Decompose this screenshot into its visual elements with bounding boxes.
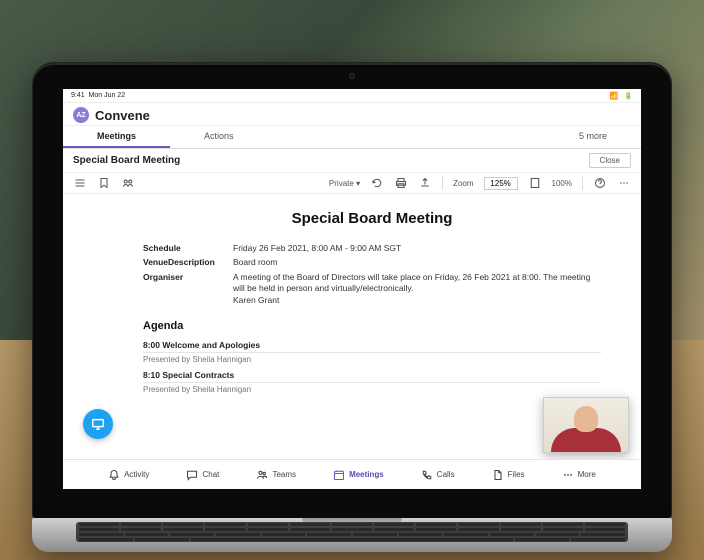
nav-chat[interactable]: Chat — [186, 469, 219, 481]
tablet-screen: 9:41 Mon Jun 22 📶 🔋 AZ Convene Meetings … — [63, 89, 641, 489]
privacy-dropdown[interactable]: Private ▾ — [329, 179, 360, 188]
doc-heading: Special Board Meeting — [143, 210, 601, 227]
battery-icon: 🔋 — [624, 93, 633, 100]
schedule-label: Schedule — [143, 243, 233, 254]
nav-files[interactable]: Files — [492, 469, 525, 481]
zoom-label: Zoom — [453, 179, 473, 188]
schedule-value: Friday 26 Feb 2021, 8:00 AM - 9:00 AM SG… — [233, 243, 601, 254]
meeting-title: Special Board Meeting — [73, 155, 180, 166]
people-icon[interactable] — [121, 176, 135, 190]
top-tabs: Meetings Actions 5 more — [63, 126, 641, 149]
more-icon — [562, 469, 574, 481]
phone-icon — [421, 469, 433, 481]
meeting-titlebar: Special Board Meeting Close — [63, 149, 641, 173]
agenda-item[interactable]: 8:00 Welcome and Apologies Presented by … — [143, 340, 601, 364]
agenda-item-presenter: Presented by Sheila Hannigan — [143, 355, 601, 364]
organiser-value: Karen Grant — [233, 295, 279, 305]
nav-teams[interactable]: Teams — [256, 469, 296, 481]
agenda-item-presenter: Presented by Sheila Hannigan — [143, 385, 601, 394]
status-time: 9:41 Mon Jun 22 — [71, 92, 125, 99]
help-icon[interactable] — [593, 176, 607, 190]
nav-meetings[interactable]: Meetings — [333, 469, 384, 481]
zoom-100-button[interactable]: 100% — [552, 179, 572, 188]
agenda-item[interactable]: 8:10 Special Contracts Presented by Shei… — [143, 370, 601, 394]
bottom-nav: Activity Chat Teams Meetings Calls Files… — [63, 459, 641, 489]
tab-more[interactable]: 5 more — [545, 126, 641, 148]
nav-calls[interactable]: Calls — [421, 469, 455, 481]
present-icon — [91, 417, 105, 431]
device-statusbar: 9:41 Mon Jun 22 📶 🔋 — [63, 89, 641, 103]
nav-activity[interactable]: Activity — [108, 469, 149, 481]
bell-icon — [108, 469, 120, 481]
refresh-icon[interactable] — [370, 176, 384, 190]
list-icon[interactable] — [73, 176, 87, 190]
organiser-label: Organiser — [143, 272, 233, 306]
close-button[interactable]: Close — [589, 153, 631, 168]
export-icon[interactable] — [418, 176, 432, 190]
calendar-icon — [333, 469, 345, 481]
app-header: AZ Convene — [63, 103, 641, 126]
print-icon[interactable] — [394, 176, 408, 190]
user-avatar[interactable]: AZ — [73, 107, 89, 123]
teams-icon — [256, 469, 268, 481]
wifi-icon: 📶 — [610, 93, 619, 100]
present-fab[interactable] — [83, 409, 113, 439]
fit-page-icon[interactable] — [528, 176, 542, 190]
nav-more[interactable]: More — [562, 469, 596, 481]
zoom-input[interactable] — [484, 177, 518, 190]
document-toolbar: Private ▾ Zoom 100% — [63, 173, 641, 194]
video-pip[interactable] — [543, 397, 629, 453]
tab-meetings[interactable]: Meetings — [63, 126, 170, 148]
overflow-icon[interactable] — [617, 176, 631, 190]
chat-icon — [186, 469, 198, 481]
agenda-heading: Agenda — [143, 320, 601, 332]
file-icon — [492, 469, 504, 481]
venue-label: VenueDescription — [143, 257, 233, 268]
chevron-down-icon: ▾ — [356, 179, 360, 188]
bookmark-icon[interactable] — [97, 176, 111, 190]
status-right: 📶 🔋 — [606, 92, 633, 100]
agenda-item-title: 8:00 Welcome and Apologies — [143, 340, 601, 353]
agenda-item-title: 8:10 Special Contracts — [143, 370, 601, 383]
meeting-description: A meeting of the Board of Directors will… — [233, 272, 590, 293]
venue-value: Board room — [233, 257, 601, 268]
app-name: Convene — [95, 108, 150, 123]
tab-actions[interactable]: Actions — [170, 126, 268, 148]
